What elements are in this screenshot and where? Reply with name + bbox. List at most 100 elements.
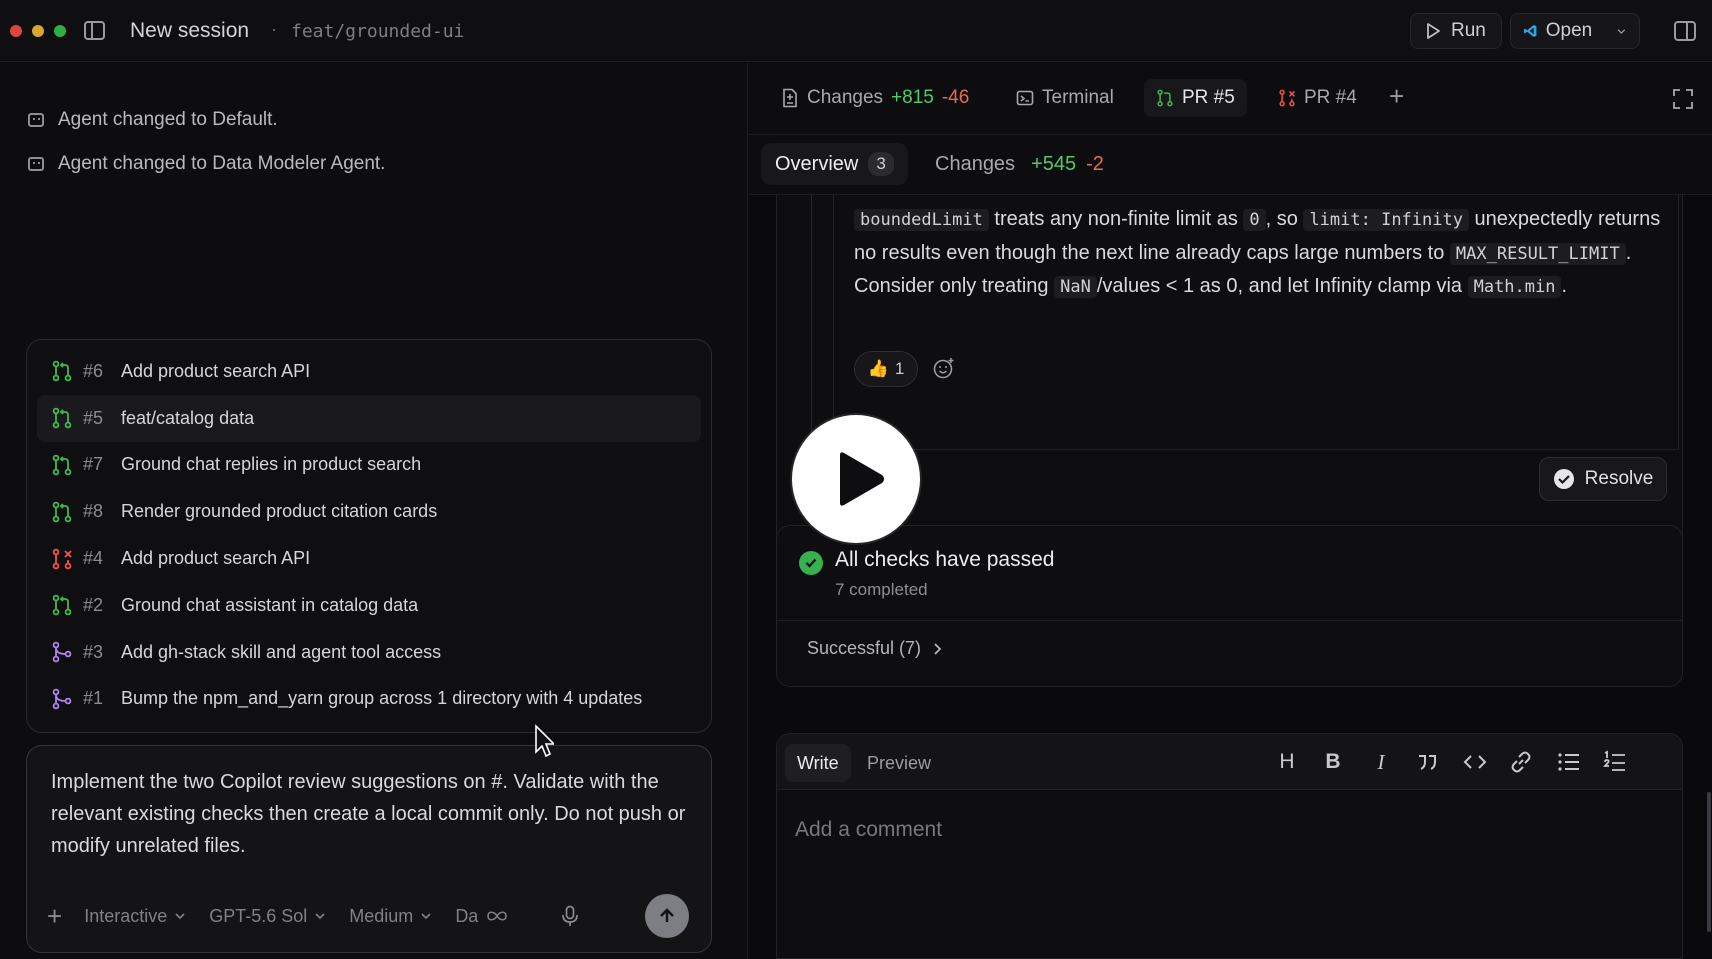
pr-title: Render grounded product citation cards — [121, 501, 438, 522]
session-title: New session — [130, 19, 250, 42]
overview-count-badge: 3 — [868, 152, 894, 176]
thumbs-up-icon: 👍 — [867, 359, 889, 378]
add-reaction-icon[interactable] — [932, 356, 956, 380]
pr-picker-list: #6 Add product search API #5 feat/catalo… — [26, 339, 712, 733]
review-thread-card: boundedLimit treats any non-finite limit… — [776, 195, 1683, 580]
file-diff-icon — [783, 88, 797, 108]
tab-write[interactable]: Write — [785, 744, 851, 782]
play-icon — [1427, 23, 1440, 39]
pull-request-open-icon — [52, 454, 72, 476]
successful-checks-toggle[interactable]: Successful (7) — [807, 638, 943, 659]
microphone-icon[interactable] — [560, 905, 580, 927]
italic-icon[interactable]: I — [1367, 748, 1395, 776]
thread-connector — [811, 195, 812, 450]
extra-label: Da — [455, 905, 479, 926]
maximize-window-button[interactable] — [54, 25, 66, 37]
extra-option[interactable]: Da — [455, 906, 510, 927]
tab-pr-5[interactable]: PR #5 — [1144, 79, 1247, 117]
chevron-down-icon[interactable] — [1616, 23, 1627, 39]
send-button[interactable] — [645, 894, 689, 938]
link-icon[interactable] — [1507, 748, 1535, 776]
model-label: GPT-5.6 Sol — [209, 905, 308, 926]
divider — [777, 620, 1682, 621]
title-separator: · — [271, 19, 277, 39]
effort-dropdown[interactable]: Medium — [349, 906, 433, 927]
editor-toolbar: Write Preview H B I — [777, 734, 1682, 790]
pr-title: Add product search API — [121, 548, 311, 569]
title-bar: New session · feat/grounded-ui Run Open — [0, 0, 1712, 62]
panel-toggle-icon[interactable] — [1674, 21, 1696, 41]
pr-number: #6 — [83, 360, 104, 381]
tab-pr-changes[interactable]: Changes +545 -2 — [921, 143, 1118, 185]
close-window-button[interactable] — [10, 25, 22, 37]
resolve-button[interactable]: Resolve — [1539, 457, 1667, 501]
chevron-down-icon — [421, 913, 431, 920]
tab-terminal[interactable]: Terminal — [1004, 79, 1126, 117]
tab-pr-4-label: PR #4 — [1304, 87, 1357, 108]
pr-list-item[interactable]: #3 Add gh-stack skill and agent tool acc… — [37, 629, 701, 676]
heading-icon[interactable]: H — [1273, 748, 1301, 776]
tab-overview[interactable]: Overview 3 — [761, 143, 908, 185]
pr-number: #4 — [83, 548, 104, 569]
mode-dropdown[interactable]: Interactive — [84, 906, 187, 927]
lines-removed: -46 — [941, 87, 970, 108]
agent-message-text: Agent changed to Data Modeler Agent. — [58, 153, 386, 174]
pull-request-closed-icon — [52, 548, 72, 569]
pr-list-item[interactable]: #8 Render grounded product citation card… — [37, 488, 701, 535]
reaction-count: 1 — [894, 359, 905, 378]
comment-input[interactable]: Add a comment — [795, 818, 942, 842]
checks-summary-card: All checks have passed 7 completed Succe… — [776, 525, 1683, 687]
pr-list-item[interactable]: #2 Ground chat assistant in catalog data — [37, 582, 701, 629]
sidebar-toggle-icon[interactable] — [84, 21, 105, 40]
new-tab-icon[interactable]: + — [1389, 81, 1404, 112]
code-icon[interactable] — [1461, 748, 1489, 776]
thumbs-up-reaction[interactable]: 👍 1 — [854, 351, 918, 387]
tab-preview[interactable]: Preview — [855, 744, 943, 782]
mode-label: Interactive — [84, 905, 168, 926]
pr-title: Add gh-stack skill and agent tool access — [121, 641, 442, 662]
model-dropdown[interactable]: GPT-5.6 Sol — [209, 906, 327, 927]
tab-pr-changes-label: Changes — [935, 152, 1016, 175]
pr-number: #1 — [83, 688, 104, 709]
terminal-icon — [1016, 90, 1034, 106]
pr-title: Bump the npm_and_yarn group across 1 dir… — [121, 688, 643, 709]
chat-pane: Agent changed to Default. Agent changed … — [0, 63, 748, 959]
pr-title: Add product search API — [121, 360, 311, 381]
quote-icon[interactable] — [1413, 748, 1441, 776]
pull-request-closed-icon — [1279, 89, 1295, 107]
run-button[interactable]: Run — [1410, 13, 1502, 49]
composer-input[interactable]: Implement the two Copilot review suggest… — [51, 766, 691, 862]
effort-label: Medium — [349, 905, 414, 926]
chevron-down-icon — [175, 913, 185, 920]
pr-list-item[interactable]: #1 Bump the npm_and_yarn group across 1 … — [37, 676, 701, 723]
minimize-window-button[interactable] — [32, 25, 44, 37]
pull-request-merged-icon — [52, 641, 72, 663]
bold-icon[interactable]: B — [1319, 748, 1347, 776]
tab-pr-4[interactable]: PR #4 — [1266, 79, 1369, 117]
message-composer[interactable]: Implement the two Copilot review suggest… — [26, 745, 712, 953]
review-comment: boundedLimit treats any non-finite limit… — [833, 195, 1679, 450]
fullscreen-icon[interactable] — [1673, 89, 1693, 109]
open-label: Open — [1545, 20, 1593, 41]
numbered-list-icon[interactable] — [1601, 748, 1629, 776]
open-button[interactable]: Open — [1510, 13, 1640, 49]
run-label: Run — [1451, 20, 1486, 41]
bulleted-list-icon[interactable] — [1555, 748, 1583, 776]
successful-checks-label: Successful (7) — [807, 638, 922, 658]
scrollbar[interactable] — [1707, 792, 1711, 932]
pr-list-item-selected[interactable]: #5 feat/catalog data — [37, 394, 701, 442]
pr-list-item[interactable]: #7 Ground chat replies in product search — [37, 442, 701, 489]
chevron-down-icon — [315, 913, 325, 920]
pull-request-open-icon — [52, 595, 72, 616]
tab-changes[interactable]: Changes +815 -46 — [769, 79, 981, 117]
pull-request-open-icon — [1157, 89, 1173, 107]
vscode-icon — [1524, 24, 1537, 38]
arrow-up-icon — [660, 908, 674, 922]
pr-list-item[interactable]: #6 Add product search API — [37, 348, 701, 395]
pr-number: #8 — [83, 501, 104, 522]
video-play-button[interactable] — [792, 415, 920, 543]
add-attachment-icon[interactable]: + — [47, 901, 62, 932]
agent-change-message: Agent changed to Data Modeler Agent. — [28, 153, 385, 175]
pr-list-item[interactable]: #4 Add product search API — [37, 535, 701, 582]
pr-title: Ground chat replies in product search — [121, 454, 422, 475]
